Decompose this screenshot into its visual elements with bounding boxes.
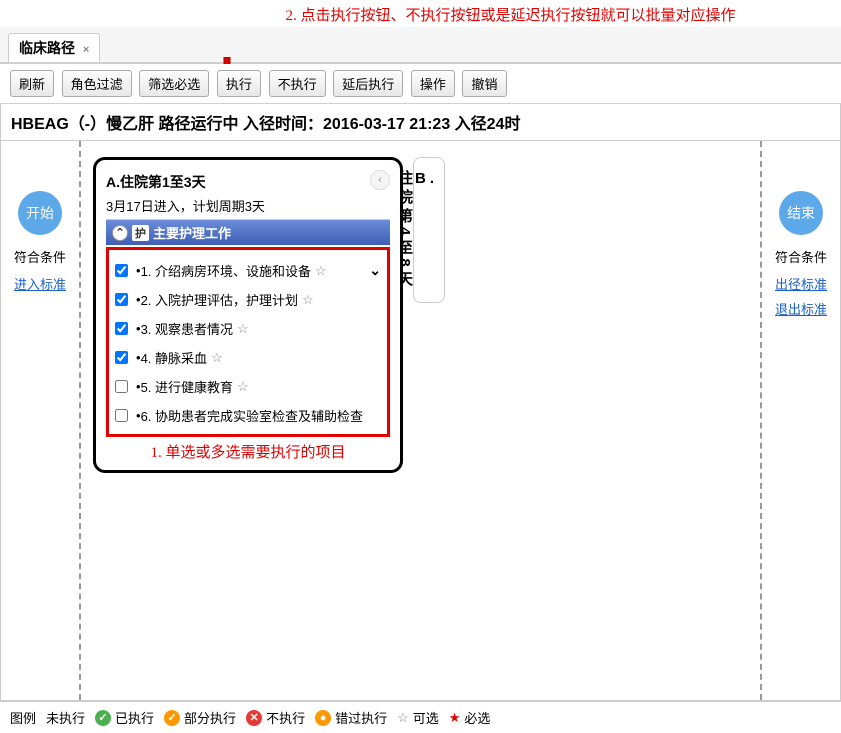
execute-button[interactable]: 执行 [217,70,261,97]
task-label: 4. 静脉采血 [141,348,207,367]
legend-missed: ●错过执行 [315,708,387,727]
task-checkbox[interactable] [115,322,128,335]
star-icon: ☆ [315,263,327,279]
task-list-highlight: • 1. 介绍病房环境、设施和设备☆⌄• 2. 入院护理评估，护理计划☆• 3.… [106,247,390,437]
card-a-title: A.住院第1至3天 [106,172,390,192]
task-checkbox[interactable] [115,409,128,422]
star-icon: ☆ [397,710,409,726]
refresh-button[interactable]: 刷新 [10,70,54,97]
operate-button[interactable]: 操作 [411,70,455,97]
cross-icon: ✕ [246,710,262,726]
not-execute-button[interactable]: 不执行 [269,70,326,97]
task-row[interactable]: • 2. 入院护理评估，护理计划☆ [113,285,383,314]
task-checkbox[interactable] [115,264,128,277]
task-row[interactable]: • 5. 进行健康教育☆ [113,372,383,401]
quit-standard-link[interactable]: 退出标准 [775,299,827,318]
task-label: 3. 观察患者情况 [141,319,233,338]
collapse-icon[interactable]: ‹ [370,170,390,190]
legend-bar: 图例 未执行 ✓已执行 ✓部分执行 ✕不执行 ●错过执行 ☆可选 ★必选 [0,701,841,733]
task-label: 5. 进行健康教育 [141,377,233,396]
task-label: 1. 介绍病房环境、设施和设备 [141,261,311,280]
role-filter-button[interactable]: 角色过滤 [62,70,132,97]
card-a-subtitle: 3月17日进入，计划周期3天 [106,196,390,220]
task-checkbox[interactable] [115,380,128,393]
tab-bar: 临床路径 × [0,27,841,64]
star-filled-icon: ★ [449,710,461,726]
card-stage-b[interactable]: B. 住院第4至8天 [413,157,445,303]
task-checkbox[interactable] [115,351,128,364]
section-header-nursing[interactable]: ⌃ 护 主要护理工作 [106,220,390,245]
delay-execute-button[interactable]: 延后执行 [333,70,403,97]
annotation-top: 2. 点击执行按钮、不执行按钮或是延迟执行按钮就可以批量对应操作 [0,0,841,27]
task-label: 6. 协助患者完成实验室检查及辅助检查 [141,406,363,425]
chevron-up-icon[interactable]: ⌃ [112,225,128,241]
left-condition-text: 符合条件 [14,247,66,266]
left-sidebar: 开始 符合条件 进入标准 [1,141,81,700]
legend-required: ★必选 [449,708,491,727]
star-icon: ☆ [211,350,223,366]
legend-partial: ✓部分执行 [164,708,236,727]
tab-clinical-path[interactable]: 临床路径 × [8,33,100,62]
tab-label: 临床路径 [19,40,75,56]
card-stage-a: ‹ A.住院第1至3天 3月17日进入，计划周期3天 ⌃ 护 主要护理工作 • … [93,157,403,473]
legend-title: 图例 [10,708,36,727]
main-column: ‹ A.住院第1至3天 3月17日进入，计划周期3天 ⌃ 护 主要护理工作 • … [81,141,760,700]
task-row[interactable]: • 1. 介绍病房环境、设施和设备☆⌄ [113,256,383,285]
chevron-down-icon[interactable]: ⌄ [369,262,381,279]
partial-icon: ✓ [164,710,180,726]
card-b-label: B. [415,170,438,187]
star-icon: ☆ [302,292,314,308]
close-icon[interactable]: × [83,44,89,56]
toolbar: 刷新 角色过滤 筛选必选 执行 不执行 延后执行 操作 撤销 [0,64,841,104]
legend-executed: ✓已执行 [95,708,154,727]
legend-not-exec: 未执行 [46,708,85,727]
task-row[interactable]: • 4. 静脉采血☆ [113,343,383,372]
task-row[interactable]: • 6. 协助患者完成实验室检查及辅助检查 [113,401,383,430]
right-sidebar: 结束 符合条件 出径标准 退出标准 [760,141,840,700]
task-checkbox[interactable] [115,293,128,306]
task-list: • 1. 介绍病房环境、设施和设备☆⌄• 2. 入院护理评估，护理计划☆• 3.… [113,256,383,430]
exit-standard-link[interactable]: 出径标准 [775,274,827,293]
section-title: 主要护理工作 [153,223,231,242]
missed-icon: ● [315,710,331,726]
undo-button[interactable]: 撤销 [462,70,506,97]
nursing-tag: 护 [132,225,149,241]
check-icon: ✓ [95,710,111,726]
annotation-bottom: 1. 单选或多选需要执行的项目 [106,441,390,462]
start-badge: 开始 [18,191,62,235]
end-badge: 结束 [779,191,823,235]
enter-standard-link[interactable]: 进入标准 [14,274,66,293]
legend-optional: ☆可选 [397,708,439,727]
page-header: HBEAG（-）慢乙肝 路径运行中 入径时间：2016-03-17 21:23 … [0,104,841,141]
content-area: 开始 符合条件 进入标准 ‹ A.住院第1至3天 3月17日进入，计划周期3天 … [0,141,841,701]
legend-no-exec: ✕不执行 [246,708,305,727]
star-icon: ☆ [237,321,249,337]
star-icon: ☆ [237,379,249,395]
task-label: 2. 入院护理评估，护理计划 [141,290,298,309]
filter-required-button[interactable]: 筛选必选 [139,70,209,97]
task-row[interactable]: • 3. 观察患者情况☆ [113,314,383,343]
right-condition-text: 符合条件 [775,247,827,266]
